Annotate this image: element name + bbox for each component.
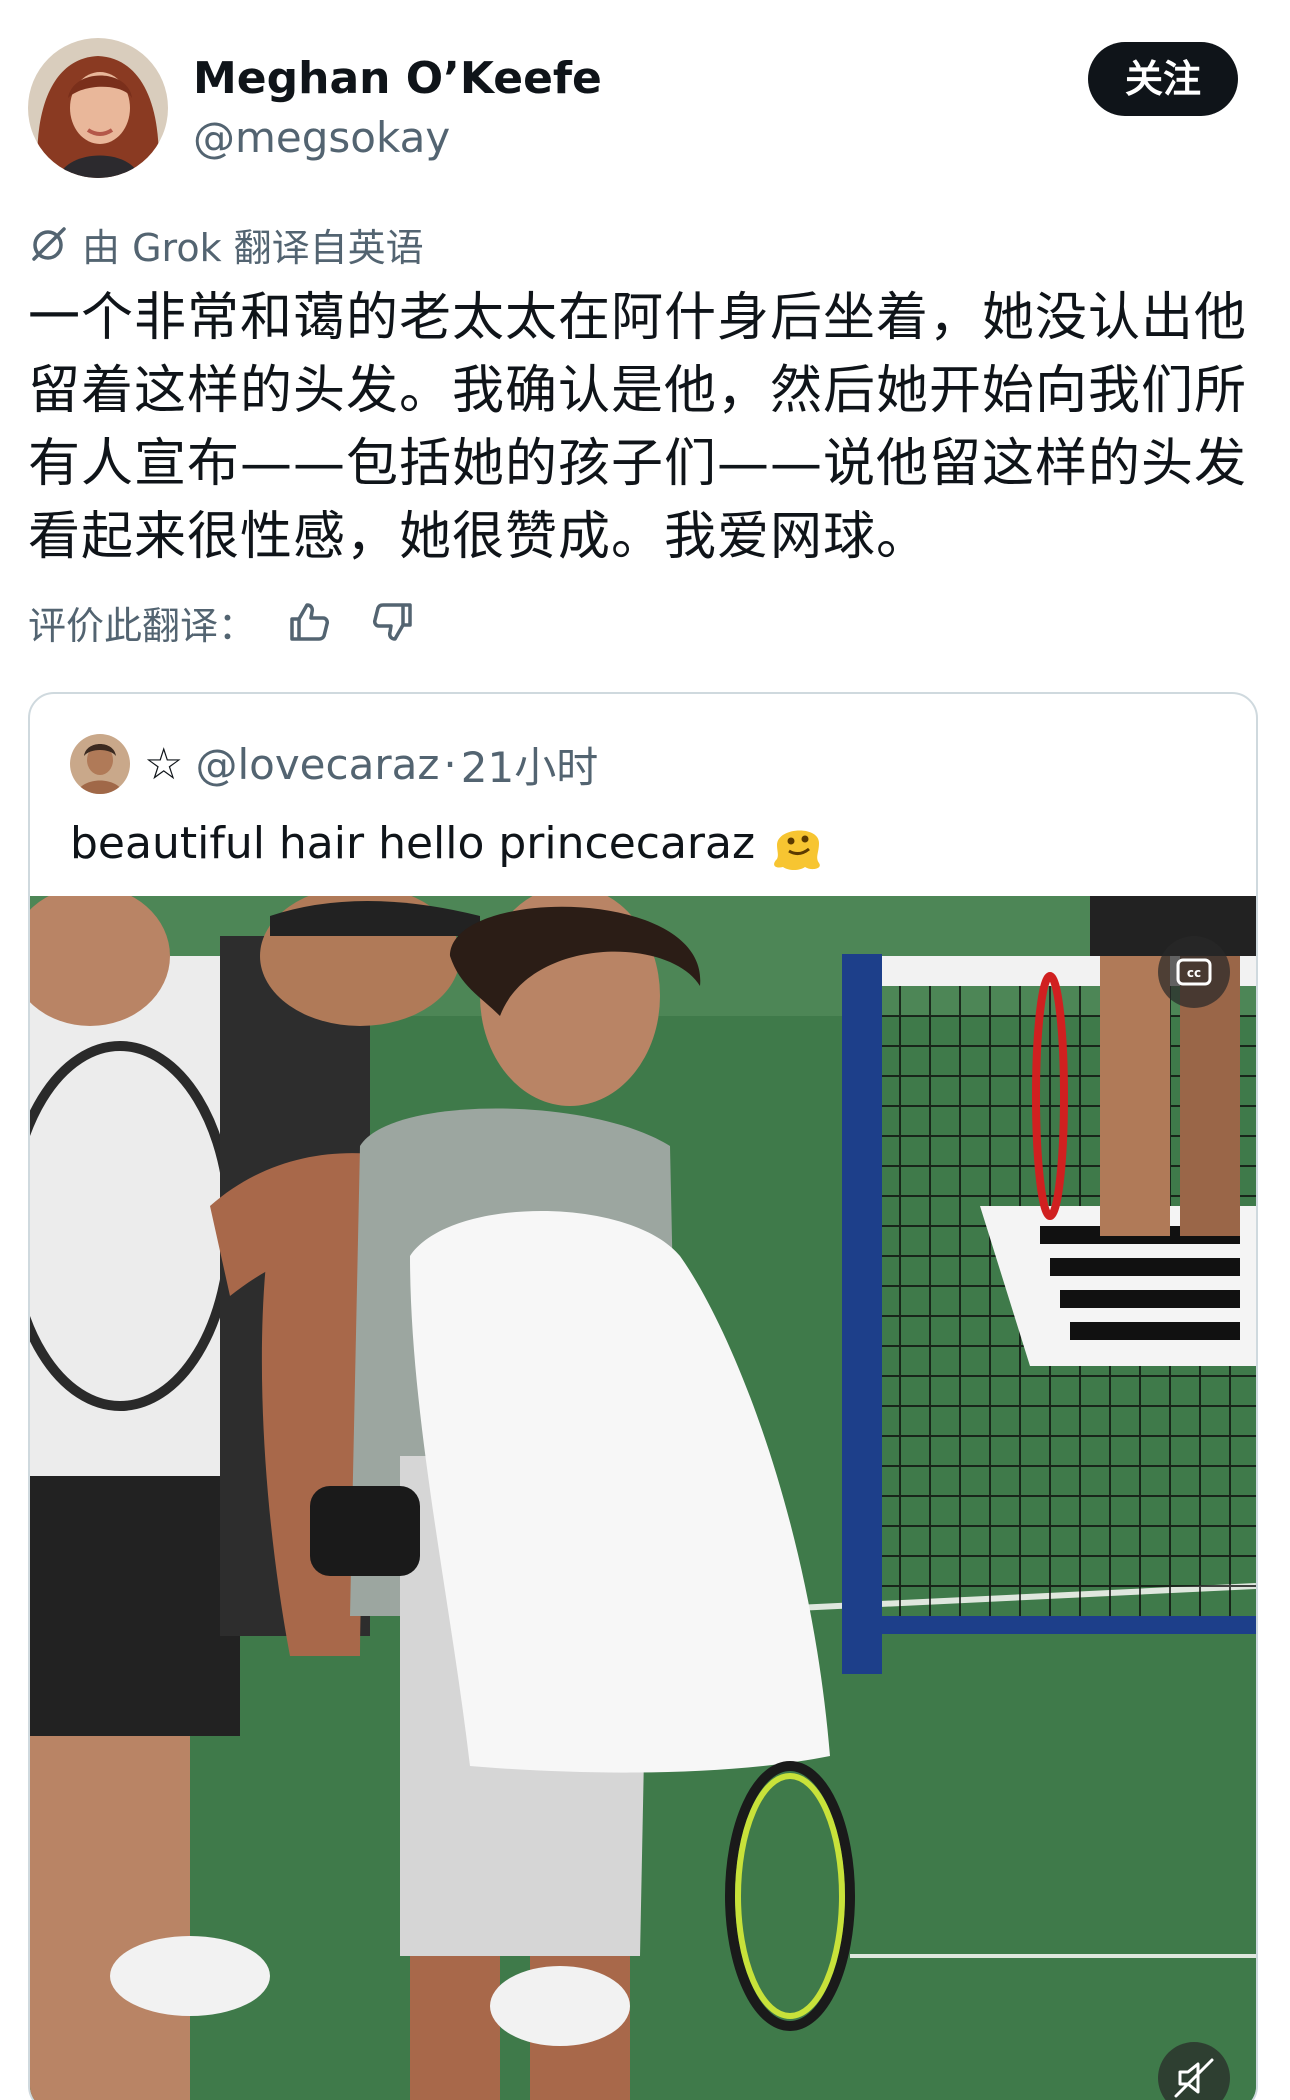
quoted-author-handle[interactable]: @lovecaraz	[195, 740, 439, 789]
quoted-tweet-card[interactable]: ☆ @lovecaraz · 21小时 beautiful hair hello…	[28, 692, 1258, 2100]
svg-text:cc: cc	[1187, 966, 1201, 980]
post-text: 一个非常和蔼的老太太在阿什身后坐着，她没认出他留着这样的头发。我确认是他，然后她…	[28, 288, 1248, 567]
melting-face-emoji-icon	[774, 830, 820, 870]
translation-notice-text: 由 Grok 翻译自英语	[82, 225, 424, 270]
translation-notice: 由 Grok 翻译自英语	[28, 218, 424, 270]
quoted-timestamp[interactable]: 21小时	[461, 734, 598, 795]
separator-dot: ·	[443, 739, 457, 789]
author-handle[interactable]: @megsokay	[193, 112, 450, 164]
closed-captions-button[interactable]: cc	[1158, 936, 1230, 1008]
author-avatar[interactable]	[28, 38, 168, 178]
closed-captions-icon: cc	[1176, 958, 1212, 986]
video-frame	[30, 896, 1256, 2100]
thumbs-up-icon[interactable]	[286, 599, 332, 645]
quoted-tweet-text: beautiful hair hello princecaraz	[70, 814, 827, 874]
speaker-muted-icon	[1174, 2058, 1214, 2098]
author-display-name[interactable]: Meghan O’Keefe	[193, 52, 602, 106]
quoted-tweet-header: ☆ @lovecaraz · 21小时	[70, 734, 598, 794]
grok-translate-icon	[32, 227, 66, 261]
quoted-author-avatar[interactable]	[70, 734, 130, 794]
rate-translation-label: 评价此翻译：	[28, 603, 257, 648]
tweet-page: Meghan O’Keefe @megsokay 关注 由 Grok 翻译自英语…	[0, 0, 1290, 2100]
video-player[interactable]: cc	[30, 896, 1256, 2100]
star-icon: ☆	[144, 738, 184, 790]
follow-button[interactable]: 关注	[1088, 42, 1238, 116]
quoted-tweet-text-content: beautiful hair hello princecaraz	[70, 818, 756, 869]
mute-button[interactable]	[1158, 2042, 1230, 2100]
thumbs-down-icon[interactable]	[370, 599, 416, 645]
rate-translation: 评价此翻译：	[28, 592, 416, 652]
